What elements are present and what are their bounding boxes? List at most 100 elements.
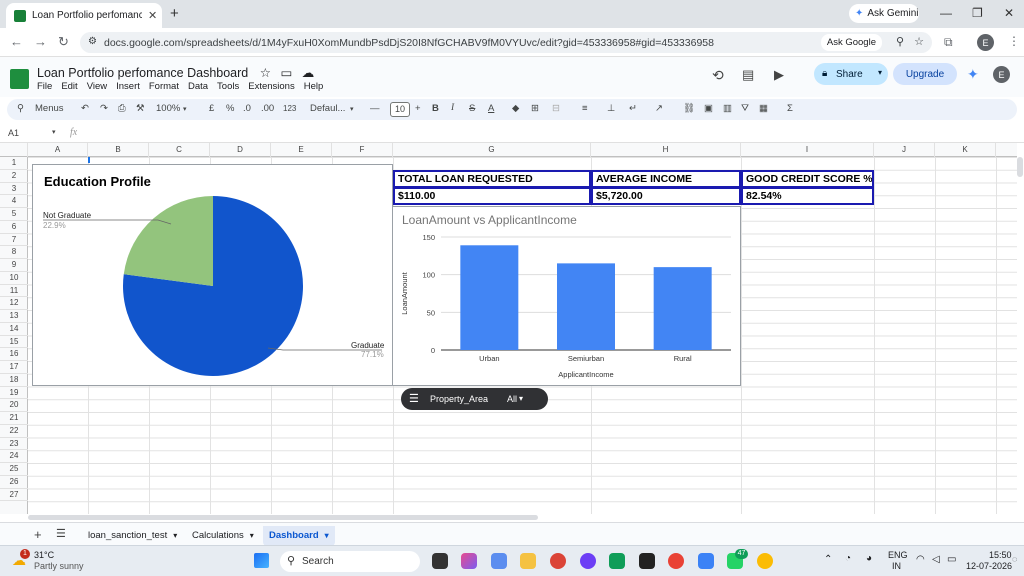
column-header-e[interactable]: E — [271, 143, 332, 157]
filter-dropdown-icon[interactable]: ▾ — [519, 394, 523, 403]
insert-comment-icon[interactable]: ▣ — [704, 103, 713, 114]
kpi-value-average-income[interactable]: $5,720.00 — [591, 187, 741, 205]
upgrade-button[interactable]: Upgrade — [893, 63, 957, 85]
gemini-app-icon[interactable] — [491, 553, 507, 569]
clock-time[interactable]: 15:50 — [989, 550, 1012, 560]
terminal-icon[interactable] — [639, 553, 655, 569]
bar-rural[interactable] — [653, 267, 712, 350]
wifi-icon[interactable]: ◠ — [916, 554, 925, 565]
bar-semiurban[interactable] — [557, 263, 615, 350]
row-header-17[interactable]: 17 — [0, 361, 28, 374]
education-pie-chart[interactable]: Education Profile Not Graduate 22.9% Gra… — [32, 164, 393, 386]
sheet-tab-dropdown-icon[interactable]: ▾ — [173, 531, 177, 540]
row-header-18[interactable]: 18 — [0, 374, 28, 387]
chrome-profile-icon[interactable] — [668, 553, 684, 569]
print-icon[interactable]: ⎙ — [118, 103, 126, 114]
row-header-12[interactable]: 12 — [0, 297, 28, 310]
row-header-19[interactable]: 19 — [0, 387, 28, 400]
row-header-21[interactable]: 21 — [0, 412, 28, 425]
row-header-27[interactable]: 27 — [0, 489, 28, 502]
filter-chip[interactable]: ☰ Property_Area All ▾ — [401, 388, 548, 410]
row-header-24[interactable]: 24 — [0, 450, 28, 463]
history-icon[interactable]: ⟲ — [712, 67, 724, 84]
sheet-tab-calculations[interactable]: Calculations ▾ — [186, 526, 260, 546]
formula-input[interactable] — [88, 127, 1008, 141]
text-color-icon[interactable]: A — [488, 103, 494, 114]
row-header-4[interactable]: 4 — [0, 195, 28, 208]
app-icon-blue[interactable] — [698, 553, 714, 569]
sheet-tab-loan-sanction-test[interactable]: loan_sanction_test ▾ — [82, 526, 183, 546]
row-header-26[interactable]: 26 — [0, 476, 28, 489]
browser-menu-icon[interactable]: ⋮ — [1008, 34, 1020, 48]
row-header-20[interactable]: 20 — [0, 399, 28, 412]
font-select[interactable]: Defaul... — [310, 103, 345, 114]
vertical-scrollbar[interactable] — [1017, 157, 1023, 177]
redo-icon[interactable]: ↷ — [100, 103, 108, 114]
search-menus-icon[interactable]: ⚲ — [17, 103, 24, 114]
column-header-a[interactable]: A — [28, 143, 88, 157]
menu-extensions[interactable]: Extensions — [248, 81, 294, 92]
browser-tab[interactable]: Loan Portfolio perfomance Dashb ✕ — [6, 3, 162, 28]
menu-insert[interactable]: Insert — [116, 81, 140, 92]
tray-app-icon[interactable]: ◔ — [845, 553, 851, 564]
name-box[interactable]: A1 — [8, 128, 19, 138]
extensions-icon[interactable]: ⧉ — [944, 35, 953, 50]
ask-gemini-button[interactable]: ✦ Ask Gemini — [849, 4, 919, 23]
tray-chevron-icon[interactable]: ⌃ — [824, 554, 832, 565]
app-icon-purple[interactable] — [580, 553, 596, 569]
borders-icon[interactable]: ⊞ — [531, 103, 539, 114]
row-header-9[interactable]: 9 — [0, 259, 28, 272]
column-header-c[interactable]: C — [149, 143, 210, 157]
account-avatar[interactable]: E — [993, 66, 1010, 83]
sheet-tab-dropdown-icon[interactable]: ▾ — [250, 531, 254, 540]
more-formats-button[interactable]: 123 — [283, 104, 296, 113]
row-header-23[interactable]: 23 — [0, 438, 28, 451]
text-rotation-icon[interactable]: ↗ — [655, 103, 663, 114]
font-dropdown-icon[interactable]: ▾ — [350, 105, 354, 113]
menu-file[interactable]: File — [37, 81, 52, 92]
percent-format-button[interactable]: % — [226, 103, 234, 114]
row-header-13[interactable]: 13 — [0, 310, 28, 323]
increase-decimal-button[interactable]: .00 — [261, 103, 274, 114]
document-title[interactable]: Loan Portfolio perfomance Dashboard ☆ ▭ … — [37, 65, 314, 80]
sheet-tab-dropdown-icon[interactable]: ▾ — [325, 531, 329, 540]
weather-temp[interactable]: 31°C — [34, 550, 54, 560]
menu-data[interactable]: Data — [188, 81, 208, 92]
column-header-k[interactable]: K — [935, 143, 996, 157]
taskbar-search[interactable]: ⚲ Search — [280, 551, 420, 572]
gemini-sparkle-icon[interactable]: ✦ — [967, 66, 979, 83]
chrome-icon[interactable] — [550, 553, 566, 569]
row-header-7[interactable]: 7 — [0, 234, 28, 247]
menu-format[interactable]: Format — [149, 81, 179, 92]
all-sheets-icon[interactable]: ☰ — [56, 527, 66, 540]
row-header-2[interactable]: 2 — [0, 170, 28, 183]
share-dropdown-icon[interactable]: ▾ — [878, 68, 882, 77]
kpi-value-good-credit[interactable]: 82.54% — [741, 187, 874, 205]
minimize-icon[interactable]: — — [940, 6, 952, 20]
notification-bell-icon[interactable]: ◌ — [1012, 554, 1017, 564]
sheets-logo-icon[interactable] — [10, 69, 29, 89]
undo-icon[interactable]: ↶ — [81, 103, 89, 114]
kpi-value-total-loan[interactable]: $110.00 — [393, 187, 591, 205]
row-header-8[interactable]: 8 — [0, 246, 28, 259]
merge-cells-icon[interactable]: ⊟ — [552, 103, 560, 114]
horizontal-align-icon[interactable]: ≡ — [582, 103, 588, 114]
new-tab-icon[interactable]: + — [170, 5, 179, 22]
row-header-16[interactable]: 16 — [0, 348, 28, 361]
bar-urban[interactable] — [460, 245, 519, 350]
row-header-5[interactable]: 5 — [0, 208, 28, 221]
column-header-d[interactable]: D — [210, 143, 271, 157]
language-primary[interactable]: ENG — [888, 550, 908, 560]
close-tab-icon[interactable]: ✕ — [148, 9, 157, 22]
paint-format-icon[interactable]: ⚒ — [136, 103, 145, 114]
row-header-11[interactable]: 11 — [0, 285, 28, 298]
menu-edit[interactable]: Edit — [61, 81, 77, 92]
share-button[interactable]: 🔒︎ Share ▾ — [814, 63, 888, 85]
filter-icon[interactable]: ⛛ — [741, 103, 749, 114]
tray-app2-icon[interactable]: ◕ — [866, 553, 872, 564]
meet-icon[interactable]: ▶ — [774, 67, 784, 83]
file-explorer-icon[interactable] — [520, 553, 536, 569]
column-header-h[interactable]: H — [591, 143, 741, 157]
column-header-f[interactable]: F — [332, 143, 393, 157]
menu-tools[interactable]: Tools — [217, 81, 239, 92]
